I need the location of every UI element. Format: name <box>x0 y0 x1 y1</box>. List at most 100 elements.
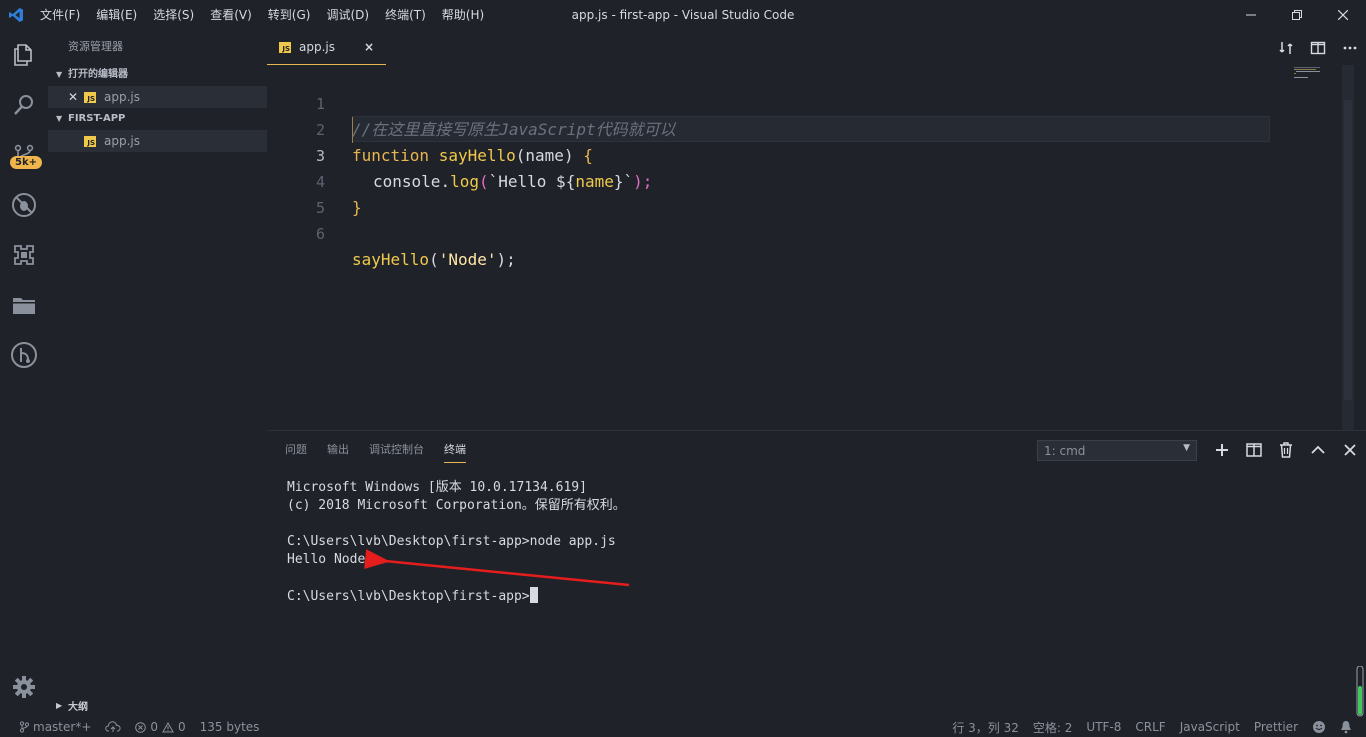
open-editors-label: 打开的编辑器 <box>68 69 128 80</box>
formatter[interactable]: Prettier <box>1247 720 1305 734</box>
tab-close-button[interactable]: × <box>364 40 374 54</box>
maximize-panel-button[interactable] <box>1302 436 1334 464</box>
source-control-button[interactable]: 5k+ <box>0 130 48 180</box>
terminal-line: Hello Node <box>287 552 366 567</box>
code-string: 'Node' <box>438 250 497 269</box>
outline-label: 大纲 <box>68 701 88 713</box>
tab-app-js[interactable]: JS app.js × <box>267 30 386 65</box>
line-ending[interactable]: CRLF <box>1128 720 1172 734</box>
terminal-scrollbar[interactable] <box>1354 665 1366 718</box>
minimap-preview <box>1294 67 1320 78</box>
problems-indicator[interactable]: 0 0 <box>128 720 192 734</box>
debug-icon <box>12 193 36 217</box>
more-actions-button[interactable] <box>1334 30 1366 65</box>
smiley-icon <box>1313 721 1325 733</box>
open-editor-item[interactable]: ✕ JS app.js <box>48 86 267 108</box>
js-file-icon: JS <box>84 91 96 103</box>
code-paren: ( <box>429 250 439 269</box>
close-window-button[interactable] <box>1320 0 1366 30</box>
status-bar: master*+ 0 0 135 bytes 行 3，列 32 空格: 2 UT… <box>0 717 1366 737</box>
code-line: 4 } <box>267 143 1270 217</box>
window-controls <box>1228 0 1366 30</box>
terminal-prompt-line: C:\Users\lvb\Desktop\first-app> <box>287 587 626 605</box>
project-section[interactable]: ▼ FIRST-APP <box>48 108 267 130</box>
cursor-position[interactable]: 行 3，列 32 <box>945 719 1026 736</box>
terminal-select[interactable]: 1: cmd ▼ <box>1037 440 1197 461</box>
indentation[interactable]: 空格: 2 <box>1026 719 1080 736</box>
file-item[interactable]: JS app.js <box>48 130 267 152</box>
sync-button[interactable] <box>98 721 128 733</box>
restore-button[interactable] <box>1274 0 1320 30</box>
minimap[interactable] <box>1292 65 1342 430</box>
title-bar: 文件(F) 编辑(E) 选择(S) 查看(V) 转到(G) 调试(D) 终端(T… <box>0 0 1366 30</box>
menu-terminal[interactable]: 终端(T) <box>377 0 434 30</box>
cloud-upload-icon <box>105 721 121 732</box>
menu-edit[interactable]: 编辑(E) <box>88 0 145 30</box>
split-terminal-button[interactable] <box>1238 436 1270 464</box>
outline-section[interactable]: ▶ 大纲 <box>48 693 267 717</box>
search-button[interactable] <box>0 80 48 130</box>
terminal-prompt: C:\Users\lvb\Desktop\first-app> <box>287 589 530 604</box>
chevron-right-icon: ▶ <box>56 700 63 710</box>
code-line: 3 console.log(`Hello ${name}`); <box>267 117 1270 191</box>
menu-debug[interactable]: 调试(D) <box>318 0 377 30</box>
branch-indicator[interactable]: master*+ <box>12 720 98 734</box>
ellipsis-icon <box>1343 46 1357 49</box>
scrollbar-thumb[interactable] <box>1344 100 1352 400</box>
menu-file[interactable]: 文件(F) <box>32 0 88 30</box>
new-terminal-button[interactable] <box>1206 436 1238 464</box>
close-panel-button[interactable] <box>1334 436 1366 464</box>
project-manager-button[interactable] <box>0 280 48 330</box>
error-count: 0 <box>150 720 159 734</box>
file-size: 135 bytes <box>199 720 260 734</box>
panel-tabs: 问题 输出 调试控制台 终端 <box>285 441 486 463</box>
open-changes-button[interactable] <box>1270 30 1302 65</box>
trash-icon <box>1280 442 1292 458</box>
terminal-cursor <box>529 587 538 603</box>
terminal-line: C:\Users\lvb\Desktop\first-app>node app.… <box>287 534 616 549</box>
menu-bar: 文件(F) 编辑(E) 选择(S) 查看(V) 转到(G) 调试(D) 终端(T… <box>32 0 492 30</box>
explorer-button[interactable] <box>0 30 48 80</box>
debug-button[interactable] <box>0 180 48 230</box>
kill-terminal-button[interactable] <box>1270 436 1302 464</box>
minimize-icon <box>1246 14 1256 16</box>
gitlens-button[interactable] <box>0 330 48 380</box>
notifications-button[interactable] <box>1333 720 1366 734</box>
tab-terminal[interactable]: 终端 <box>444 441 466 463</box>
language-mode[interactable]: JavaScript <box>1173 720 1247 734</box>
search-icon <box>14 95 33 115</box>
feedback-button[interactable] <box>1305 720 1333 734</box>
code-editor[interactable]: 1 //在这里直接写原生JavaScript代码就可以 2 function s… <box>267 65 1354 430</box>
code-line: 1 //在这里直接写原生JavaScript代码就可以 <box>267 65 1270 139</box>
encoding[interactable]: UTF-8 <box>1079 720 1128 734</box>
split-editor-button[interactable] <box>1302 30 1334 65</box>
tab-label: app.js <box>299 40 335 54</box>
code-line: 5 <box>267 169 1270 217</box>
compare-changes-icon <box>1279 41 1293 54</box>
editor-scrollbar[interactable] <box>1342 65 1354 430</box>
tab-output[interactable]: 输出 <box>327 441 349 463</box>
menu-help[interactable]: 帮助(H) <box>434 0 492 30</box>
git-branch-icon <box>19 721 29 733</box>
menu-selection[interactable]: 选择(S) <box>145 0 202 30</box>
js-file-icon: JS <box>84 135 96 147</box>
close-icon[interactable]: ✕ <box>68 90 84 104</box>
tab-problems[interactable]: 问题 <box>285 441 307 463</box>
chevron-down-icon: ▼ <box>1183 443 1190 453</box>
menu-go[interactable]: 转到(G) <box>260 0 319 30</box>
code-paren: ); <box>496 250 516 269</box>
extensions-button[interactable] <box>0 230 48 280</box>
restore-icon <box>1292 10 1302 20</box>
split-terminal-icon <box>1246 443 1262 457</box>
terminal-output[interactable]: Microsoft Windows [版本 10.0.17134.619] (c… <box>287 479 626 605</box>
menu-view[interactable]: 查看(V) <box>202 0 260 30</box>
branch-name: master*+ <box>33 720 92 734</box>
code-function-name: sayHello <box>352 250 430 269</box>
open-editors-section[interactable]: ▼ 打开的编辑器 <box>48 64 267 86</box>
tab-debug-console[interactable]: 调试控制台 <box>369 441 424 463</box>
vscode-logo-icon <box>0 0 32 30</box>
folder-icon <box>13 298 35 314</box>
manage-button[interactable] <box>0 667 48 707</box>
minimize-button[interactable] <box>1228 0 1274 30</box>
